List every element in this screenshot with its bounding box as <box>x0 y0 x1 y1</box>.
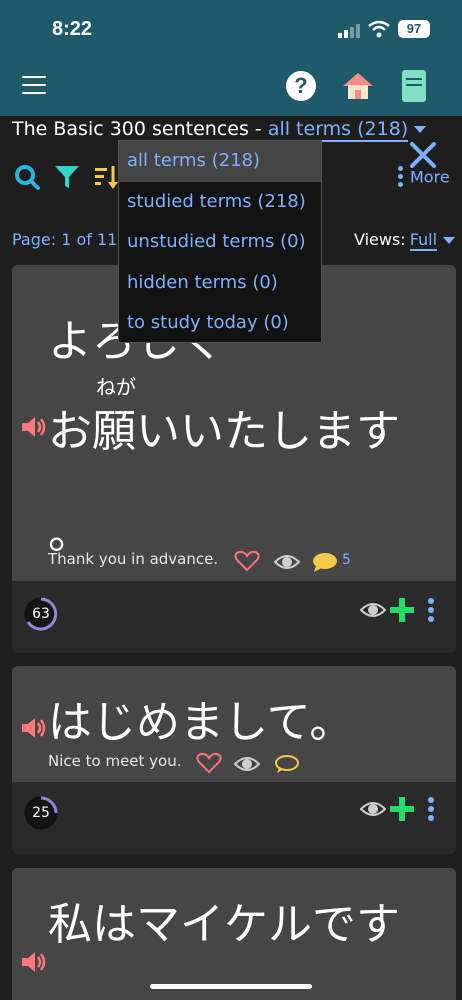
english-translation: Nice to meet you. <box>48 752 182 770</box>
heart-icon[interactable] <box>234 550 260 572</box>
battery-icon: 97 <box>398 20 430 38</box>
page-indicator: Page: 1 of 11 <box>12 230 118 249</box>
term-card: はじめまして。 Nice to meet you. 25 <box>12 666 456 854</box>
term-filter-dropdown: all terms (218) studied terms (218) unst… <box>118 140 322 343</box>
more-label: More <box>410 167 450 187</box>
home-indicator[interactable] <box>150 984 312 989</box>
more-button[interactable]: More <box>398 166 450 190</box>
views-control: Views: Full <box>354 230 456 251</box>
comment-icon[interactable] <box>274 754 300 774</box>
comment-count: 5 <box>342 552 351 568</box>
dropdown-option-unstudied-terms[interactable]: unstudied terms (0) <box>119 222 321 263</box>
status-time: 8:22 <box>52 18 93 40</box>
views-select[interactable]: Full <box>409 230 438 251</box>
dropdown-option-study-today[interactable]: to study today (0) <box>119 303 321 344</box>
status-bar: 8:22 97 <box>0 0 462 62</box>
eye-icon[interactable] <box>274 553 300 571</box>
term-filter-select[interactable]: all terms (218) <box>267 118 409 142</box>
japanese-sentence-line: 。 <box>48 966 92 1000</box>
caret-down-icon[interactable] <box>414 126 427 133</box>
japanese-sentence-line: お願いいたします <box>48 406 400 457</box>
add-icon[interactable] <box>390 797 414 821</box>
more-vertical-icon <box>398 166 404 190</box>
term-card-body: 私はマイケルです 。 <box>12 868 456 1000</box>
app-bar: ? <box>0 62 462 116</box>
cellular-signal-icon <box>338 24 360 38</box>
dropdown-option-studied-terms[interactable]: studied terms (218) <box>119 182 321 223</box>
speaker-icon[interactable] <box>20 950 48 974</box>
home-icon[interactable] <box>342 72 374 100</box>
progress-value: 63 <box>32 606 50 622</box>
set-title: The Basic 300 sentences - <box>12 118 268 140</box>
japanese-sentence-line: はじめまして。 <box>48 697 354 748</box>
term-card: 私はマイケルです 。 <box>12 868 456 1000</box>
card-more-icon[interactable] <box>428 598 434 625</box>
term-card-body: はじめまして。 Nice to meet you. <box>12 666 456 782</box>
dropdown-option-all-terms[interactable]: all terms (218) <box>119 141 321 182</box>
heart-icon[interactable] <box>196 752 222 774</box>
caret-down-icon[interactable] <box>443 237 456 244</box>
search-icon[interactable] <box>14 164 40 190</box>
card-more-icon[interactable] <box>428 797 434 824</box>
eye-icon[interactable] <box>360 601 386 619</box>
filter-icon[interactable] <box>54 164 80 190</box>
hamburger-menu-icon[interactable] <box>22 76 46 96</box>
help-icon[interactable]: ? <box>286 71 316 101</box>
speaker-icon[interactable] <box>20 716 48 740</box>
english-translation: Thank you in advance. <box>48 550 219 568</box>
add-icon[interactable] <box>390 598 414 622</box>
eye-icon[interactable] <box>234 755 260 773</box>
speaker-icon[interactable] <box>20 415 48 439</box>
eye-icon[interactable] <box>360 800 386 818</box>
japanese-sentence-line: 私はマイケルです <box>48 899 400 950</box>
wifi-icon <box>368 20 390 38</box>
comment-icon[interactable] <box>312 552 338 572</box>
progress-value: 25 <box>32 805 50 821</box>
book-icon[interactable] <box>402 70 426 102</box>
sort-icon[interactable] <box>94 164 120 190</box>
dropdown-option-hidden-terms[interactable]: hidden terms (0) <box>119 263 321 304</box>
views-label: Views: <box>354 230 406 249</box>
